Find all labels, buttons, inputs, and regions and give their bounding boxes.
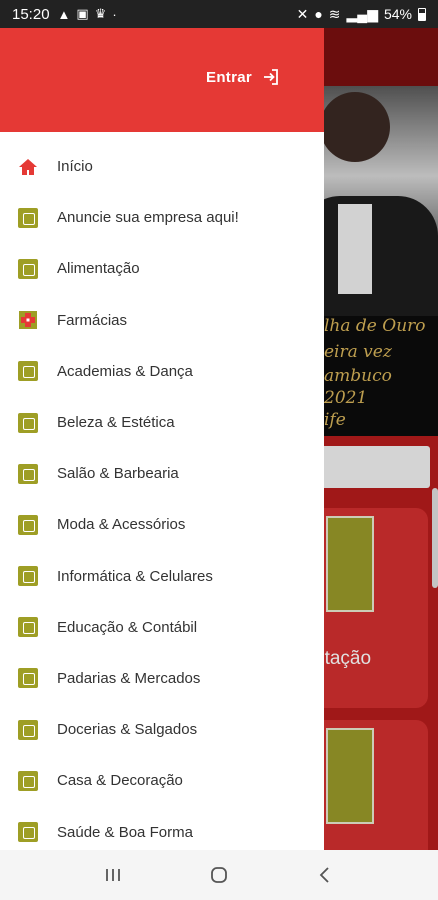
menu-item-casa[interactable]: Casa & Decoração	[0, 755, 324, 806]
menu-item-beleza[interactable]: Beleza & Estética	[0, 397, 324, 448]
menu-item-alimentacao[interactable]: Alimentação	[0, 243, 324, 294]
menu-item-label: Academias & Dança	[57, 362, 193, 380]
home-icon	[18, 157, 38, 177]
home-decor-icon	[18, 770, 38, 791]
system-nav-bar	[0, 850, 438, 900]
menu-item-educacao[interactable]: Educação & Contábil	[0, 602, 324, 653]
battery-icon	[418, 7, 426, 21]
login-label: Entrar	[206, 68, 252, 86]
salon-icon	[18, 463, 38, 484]
menu-item-label: Docerias & Salgados	[57, 721, 198, 739]
health-icon	[18, 822, 38, 843]
advertise-icon	[18, 207, 38, 228]
back-icon[interactable]	[305, 855, 345, 895]
menu-item-anuncie[interactable]: Anuncie sua empresa aqui!	[0, 192, 324, 243]
food-icon	[18, 258, 38, 279]
home-button-icon[interactable]	[199, 855, 239, 895]
menu-item-label: Saúde & Boa Forma	[57, 823, 193, 841]
menu-item-label: Farmácias	[57, 311, 128, 329]
status-left-icons: ▲ ▣ ♛ ·	[58, 6, 117, 22]
menu-item-label: Beleza & Estética	[57, 414, 175, 432]
menu-item-label: Educação & Contábil	[57, 618, 198, 636]
crown-icon: ♛	[94, 6, 107, 21]
menu-item-docerias[interactable]: Docerias & Salgados	[0, 704, 324, 755]
battery-percent: 54%	[383, 6, 412, 22]
wifi-icon: ≋	[328, 5, 341, 22]
menu-item-academias[interactable]: Academias & Dança	[0, 346, 324, 397]
mute-icon: ✕	[296, 5, 309, 22]
navigation-drawer: Entrar Início Anuncie sua empresa aqui! …	[0, 28, 324, 850]
menu-item-moda[interactable]: Moda & Acessórios	[0, 499, 324, 550]
signal-icon: ▂▄▆	[346, 5, 378, 22]
status-bar: 15:20 ▲ ▣ ♛ · ✕ ● ≋ ▂▄▆ 54%	[0, 0, 438, 28]
menu-item-label: Salão & Barbearia	[57, 465, 179, 483]
menu-item-padarias[interactable]: Padarias & Mercados	[0, 653, 324, 704]
menu-item-label: Casa & Decoração	[57, 772, 183, 790]
menu-item-farmacias[interactable]: Farmácias	[0, 295, 324, 346]
image-icon: ▣	[76, 6, 89, 21]
login-icon	[262, 68, 280, 86]
menu-item-inicio[interactable]: Início	[0, 141, 324, 192]
menu-item-label: Início	[57, 158, 93, 176]
menu-item-label: Informática & Celulares	[57, 567, 213, 585]
status-right-icons: ✕ ● ≋ ▂▄▆ 54%	[297, 6, 426, 23]
menu-item-salao[interactable]: Salão & Barbearia	[0, 448, 324, 499]
recent-apps-icon[interactable]	[93, 855, 133, 895]
location-icon: ●	[314, 6, 323, 22]
gym-icon	[18, 361, 38, 382]
menu-item-label: Moda & Acessórios	[57, 516, 186, 534]
menu-item-informatica[interactable]: Informática & Celulares	[0, 551, 324, 602]
drawer-header: Entrar	[0, 28, 324, 132]
sweets-icon	[18, 719, 38, 740]
beauty-icon	[18, 412, 38, 433]
drawer-menu: Início Anuncie sua empresa aqui! Aliment…	[0, 132, 324, 850]
navigation-icon: ▲	[57, 6, 71, 22]
fashion-icon	[18, 514, 38, 535]
menu-item-saude[interactable]: Saúde & Boa Forma	[0, 806, 324, 850]
dot-icon: ·	[112, 6, 117, 22]
status-time: 15:20	[12, 5, 50, 23]
screen: 15:20 ▲ ▣ ♛ · ✕ ● ≋ ▂▄▆ 54% lha de Ouro …	[0, 0, 438, 900]
computer-icon	[18, 566, 38, 587]
education-icon	[18, 617, 38, 638]
menu-item-label: Alimentação	[57, 260, 140, 278]
login-button[interactable]: Entrar	[206, 68, 280, 86]
menu-item-label: Padarias & Mercados	[57, 669, 201, 687]
menu-item-label: Anuncie sua empresa aqui!	[57, 209, 239, 227]
pharmacy-icon	[18, 310, 38, 330]
bakery-icon	[18, 668, 38, 689]
